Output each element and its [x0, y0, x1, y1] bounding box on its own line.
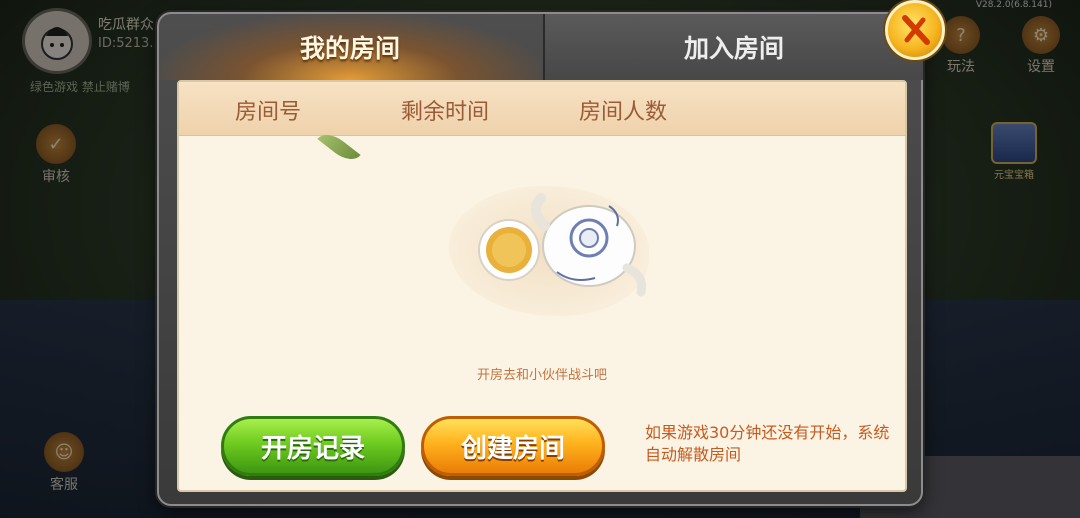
- room-list-panel: 房间号 剩余时间 房间人数 开房去和小伙伴战斗吧 开房记录 创建房间 如果游戏3…: [177, 80, 907, 492]
- teapot-illustration: [449, 180, 649, 320]
- room-list-header: 房间号 剩余时间 房间人数: [179, 82, 905, 136]
- teapot-icon: [478, 193, 647, 297]
- tab-join-room[interactable]: 加入房间: [543, 14, 923, 80]
- create-room-button[interactable]: 创建房间: [421, 416, 605, 476]
- column-room-number: 房间号: [235, 100, 302, 125]
- room-dialog: 我的房间 加入房间 房间号 剩余时间 房间人数 开房去和小伙伴战斗吧 开房记录 …: [157, 12, 923, 506]
- empty-room-text: 开房去和小伙伴战斗吧: [476, 368, 607, 383]
- column-room-players: 房间人数: [579, 100, 668, 125]
- room-tabs: 我的房间 加入房间: [159, 14, 923, 82]
- auto-dismiss-hint: 如果游戏30分钟还没有开始，系统自动解散房间: [645, 423, 890, 464]
- tab-my-room[interactable]: 我的房间: [159, 14, 541, 80]
- room-history-button[interactable]: 开房记录: [221, 416, 405, 476]
- column-remaining-time: 剩余时间: [401, 100, 490, 125]
- close-button[interactable]: [885, 0, 945, 60]
- close-icon: [902, 15, 930, 45]
